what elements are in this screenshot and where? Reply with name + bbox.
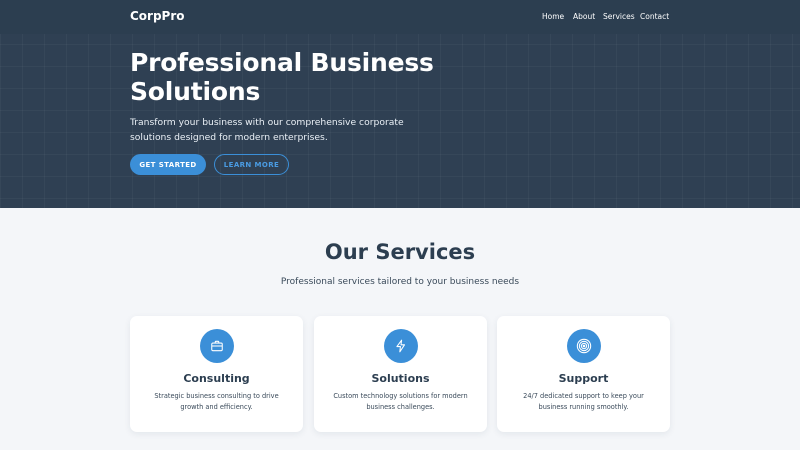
navbar: CorpPro Home About Services Contact [0,0,800,34]
card-text: Strategic business consulting to drive g… [154,392,279,411]
card-text: Custom technology solutions for modern b… [333,392,468,411]
hero-title: Professional Business Solutions [130,48,434,106]
lightning-icon [384,329,418,363]
services-subtitle: Professional services tailored to your b… [280,277,520,287]
nav-link-contact[interactable]: Contact [640,12,669,21]
hero-description: Transform your business with our compreh… [130,117,404,143]
briefcase-icon [200,329,234,363]
get-started-button[interactable]: GET STARTED [130,154,206,175]
hero-section: CorpPro Home About Services Contact Prof… [0,0,800,208]
service-card-consulting[interactable]: Consulting Strategic business consulting… [130,316,303,432]
nav-link-services[interactable]: Services [603,12,635,21]
card-title: Consulting [183,372,250,385]
nav-link-about[interactable]: About [573,12,595,21]
service-card-solutions[interactable]: Solutions Custom technology solutions fo… [314,316,487,432]
service-card-support[interactable]: Support 24/7 dedicated support to keep y… [497,316,670,432]
card-title: Support [558,372,609,385]
nav-links: Home About Services Contact [0,12,800,24]
card-title: Solutions [371,372,430,385]
nav-link-home[interactable]: Home [542,12,564,21]
target-icon [567,329,601,363]
learn-more-button[interactable]: LEARN MORE [214,154,289,175]
card-text: 24/7 dedicated support to keep your busi… [523,392,644,411]
services-title: Our Services [324,240,476,264]
